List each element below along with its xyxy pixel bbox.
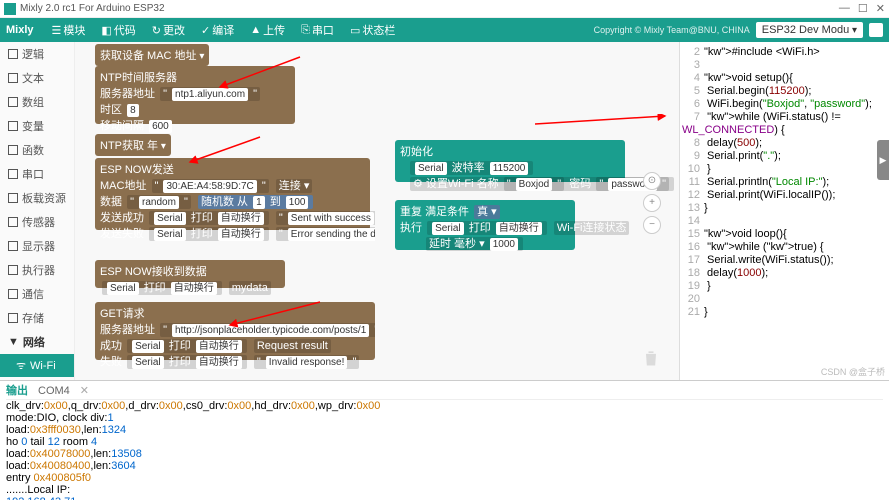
btn-serial[interactable]: ⎘ 串口 [293, 22, 342, 38]
block-espnow[interactable]: ESP NOW发送 MAC地址 " 30:AE:A4:58:9D:7C " 连接… [95, 158, 370, 230]
cat-function[interactable]: 函数 [0, 138, 74, 162]
board-select[interactable]: ESP32 Dev Modu ▾ [756, 22, 863, 38]
tab-output[interactable]: 输出 [6, 385, 28, 397]
minimize-button[interactable]: — [839, 2, 850, 15]
btn-status[interactable]: ▭ 状态栏 [342, 22, 403, 38]
app-icon [4, 3, 16, 15]
btn-compile[interactable]: ✓ 编译 [193, 22, 242, 38]
trash-icon[interactable] [641, 346, 661, 370]
output-text: clk_drv:0x00,q_drv:0x00,d_drv:0x00,cs0_d… [6, 400, 883, 500]
cat-actuator[interactable]: 执行器 [0, 258, 74, 282]
block-ntpget[interactable]: NTP获取 年 ▾ [95, 134, 171, 156]
cat-logic[interactable]: 逻辑 [0, 42, 74, 66]
cat-storage[interactable]: 存储 [0, 306, 74, 330]
logo: Mixly [6, 24, 34, 36]
cat-blynk[interactable]: B Blynk 物联网 [0, 377, 74, 380]
cat-sensor[interactable]: 传感器 [0, 210, 74, 234]
watermark: CSDN @盒子桥 [821, 365, 885, 378]
cat-board[interactable]: 板载资源 [0, 186, 74, 210]
tab-blocks[interactable]: ☰ 模块 [44, 22, 94, 38]
cat-variable[interactable]: 变量 [0, 114, 74, 138]
cat-wifi[interactable]: ᯤ Wi-Fi [0, 354, 74, 377]
cat-array[interactable]: 数组 [0, 90, 74, 114]
collapse-code[interactable]: ▶ [877, 140, 889, 180]
zoom-in[interactable]: + [643, 194, 661, 212]
cat-display[interactable]: 显示器 [0, 234, 74, 258]
block-loop[interactable]: 重复 满足条件 真 ▾ 执行 Serial 打印 自动换行 Wi-Fi连接状态 … [395, 200, 575, 250]
output-panel: 输出 COM4 ✕ clk_drv:0x00,q_drv:0x00,d_drv:… [0, 380, 889, 500]
tab-close[interactable]: ✕ [80, 385, 89, 397]
block-init[interactable]: 初始化 Serial 波特率 115200 ⚙ 设置Wi-Fi 名称 " Box… [395, 140, 625, 182]
cat-comm[interactable]: 通信 [0, 282, 74, 306]
titlebar: Mixly 2.0 rc1 For Arduino ESP32 — ☐ ✕ [0, 0, 889, 18]
code-pane: 2"kw">#include <WiFi.h>34"kw">void setup… [679, 42, 889, 380]
zoom-out[interactable]: − [643, 216, 661, 234]
settings-icon[interactable] [869, 23, 883, 37]
copyright: Copyright © Mixly Team@BNU, CHINA [594, 25, 750, 35]
block-ntp[interactable]: NTP时间服务器 服务器地址 " ntp1.aliyun.com " 时区 8 … [95, 66, 295, 124]
zoom-controls: ⊙ + − [643, 172, 661, 234]
sidebar: 逻辑 文本 数组 变量 函数 串口 板载资源 传感器 显示器 执行器 通信 存储… [0, 42, 75, 380]
btn-upload[interactable]: ▲ 上传 [242, 22, 293, 38]
maximize-button[interactable]: ☐ [858, 2, 868, 15]
tab-code[interactable]: ◧ 代码 [93, 22, 143, 38]
block-get[interactable]: GET请求 服务器地址 " http://jsonplaceholder.typ… [95, 302, 375, 360]
main: 逻辑 文本 数组 变量 函数 串口 板载资源 传感器 显示器 执行器 通信 存储… [0, 42, 889, 380]
cat-network[interactable]: ▼ 网络 [0, 330, 74, 354]
window-controls: — ☐ ✕ [839, 2, 885, 15]
workspace[interactable]: 获取设备 MAC 地址 ▾ NTP时间服务器 服务器地址 " ntp1.aliy… [75, 42, 679, 380]
toolbar: Mixly ☰ 模块 ◧ 代码 ↻ 更改 ✓ 编译 ▲ 上传 ⎘ 串口 ▭ 状态… [0, 18, 889, 42]
cat-serial[interactable]: 串口 [0, 162, 74, 186]
zoom-center[interactable]: ⊙ [643, 172, 661, 190]
tab-com[interactable]: COM4 [38, 385, 70, 397]
block-mac[interactable]: 获取设备 MAC 地址 ▾ [95, 44, 209, 66]
cat-text[interactable]: 文本 [0, 66, 74, 90]
block-esprecv[interactable]: ESP NOW接收到数据 Serial 打印 自动换行 mydata [95, 260, 285, 288]
btn-change[interactable]: ↻ 更改 [144, 22, 193, 38]
window-title: Mixly 2.0 rc1 For Arduino ESP32 [20, 3, 839, 14]
close-button[interactable]: ✕ [876, 2, 885, 15]
